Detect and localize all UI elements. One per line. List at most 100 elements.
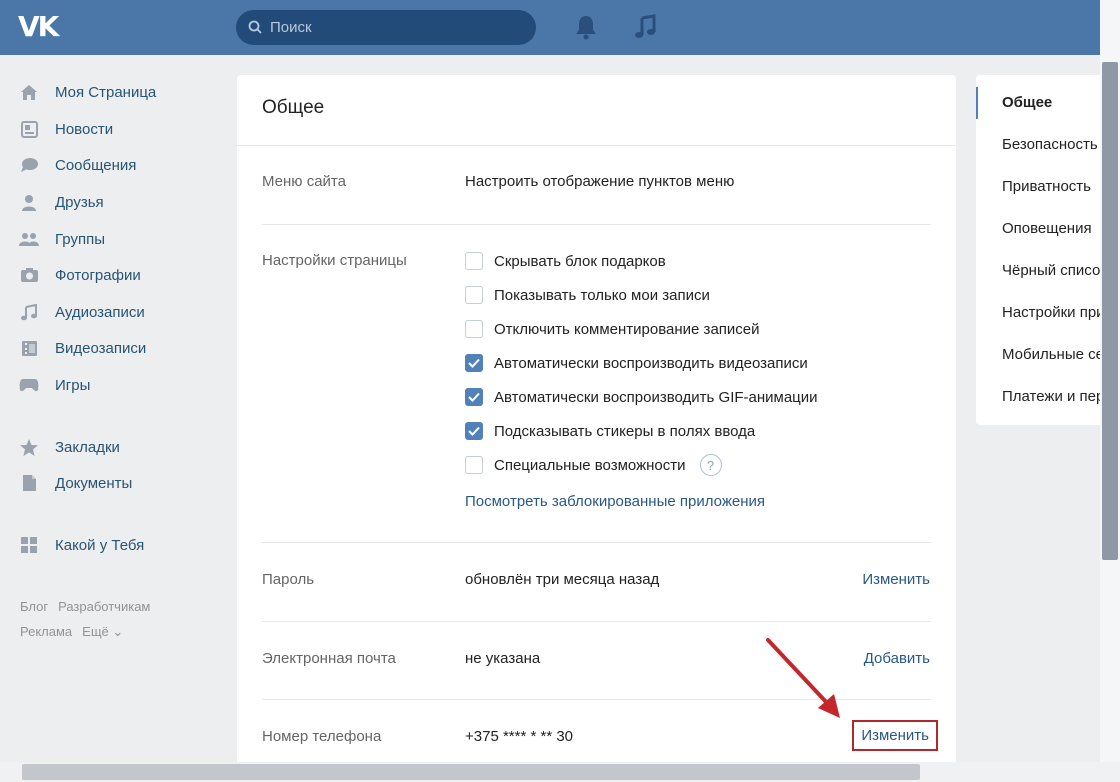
option-label: Скрывать блок подарков (494, 252, 666, 270)
nav-item-news[interactable]: Новости (18, 114, 218, 144)
option-autoplay-gif[interactable]: Автоматически воспроизводить GIF-анимаци… (465, 386, 818, 408)
footer-link-ads[interactable]: Реклама (20, 624, 72, 639)
nav-label: Новости (55, 120, 114, 138)
nav-item-app[interactable]: Какой у Тебя (18, 530, 218, 560)
right-menu-general[interactable]: Общее (1002, 94, 1052, 111)
nav-item-friends[interactable]: Друзья (18, 187, 218, 217)
nav-item-video[interactable]: Видеозаписи (18, 333, 218, 363)
footer-link-developers[interactable]: Разработчикам (58, 599, 150, 614)
nav-item-documents[interactable]: Документы (18, 468, 218, 498)
home-icon (18, 81, 40, 103)
checkbox[interactable] (465, 252, 483, 270)
nav-label: Видеозаписи (55, 339, 147, 357)
checkbox-checked[interactable] (465, 422, 483, 440)
nav-item-audio[interactable]: Аудиозаписи (18, 297, 218, 327)
page-title: Общее (262, 97, 325, 118)
page-settings-label: Настройки страницы (262, 252, 407, 269)
checkmark-icon (468, 358, 480, 368)
divider (262, 224, 931, 225)
footer-link-more[interactable]: Ещё ⌄ (82, 624, 123, 639)
nav-item-games[interactable]: Игры (18, 370, 218, 400)
password-value: обновлён три месяца назад (465, 571, 660, 588)
gamepad-icon (18, 374, 40, 396)
option-disable-comments[interactable]: Отключить комментирование записей (465, 318, 760, 340)
checkbox[interactable] (465, 286, 483, 304)
footer-link-blog[interactable]: Блог (20, 599, 48, 614)
menu-customize-link[interactable]: Настроить отображение пунктов меню (465, 173, 734, 190)
option-label: Автоматически воспроизводить видеозаписи (494, 354, 808, 372)
active-indicator (976, 87, 978, 119)
phone-label: Номер телефона (262, 728, 382, 745)
nav-item-messages[interactable]: Сообщения (18, 150, 218, 180)
option-label: Специальные возможности (494, 456, 686, 474)
email-add-button[interactable]: Добавить (864, 650, 930, 667)
email-value: не указана (465, 650, 541, 667)
password-change-button[interactable]: Изменить (862, 571, 930, 588)
phone-change-button[interactable]: Изменить (852, 720, 938, 751)
nav-item-bookmarks[interactable]: Закладки (18, 432, 218, 462)
right-menu-privacy[interactable]: Приватность (1002, 178, 1091, 195)
divider (237, 145, 956, 146)
option-label: Отключить комментирование записей (494, 320, 760, 338)
search-box[interactable] (236, 10, 536, 45)
nav-label: Друзья (55, 193, 104, 211)
nav-label: Сообщения (55, 156, 137, 174)
nav-label: Моя Страница (55, 83, 157, 101)
settings-right-menu: Общее Безопасность Приватность Оповещени… (976, 75, 1120, 425)
password-label: Пароль (262, 571, 315, 588)
search-input[interactable] (270, 10, 520, 45)
checkbox[interactable] (465, 320, 483, 338)
music-note-icon[interactable] (634, 14, 658, 40)
checkbox[interactable] (465, 456, 483, 474)
right-menu-blacklist[interactable]: Чёрный список (1002, 262, 1107, 279)
video-icon (18, 337, 40, 359)
checkbox-checked[interactable] (465, 354, 483, 372)
nav-label: Игры (55, 376, 91, 394)
news-icon (18, 118, 40, 140)
nav-label: Группы (55, 230, 105, 248)
star-icon (18, 436, 40, 458)
camera-icon (18, 264, 40, 286)
vk-logo[interactable]: VK (18, 12, 64, 42)
messages-icon (18, 154, 40, 176)
option-autoplay-video[interactable]: Автоматически воспроизводить видеозаписи (465, 352, 808, 374)
right-menu-security[interactable]: Безопасность (1002, 136, 1098, 153)
option-accessibility[interactable]: Специальные возможности ? (465, 454, 722, 476)
option-label: Показывать только мои записи (494, 286, 710, 304)
nav-label: Закладки (55, 438, 120, 456)
music-icon (18, 301, 40, 323)
groups-icon (18, 228, 40, 250)
friends-icon (18, 191, 40, 213)
document-icon (18, 472, 40, 494)
menu-label: Меню сайта (262, 173, 346, 190)
red-arrow-icon (766, 638, 840, 718)
option-hide-gifts[interactable]: Скрывать блок подарков (465, 250, 666, 272)
checkmark-icon (468, 426, 480, 436)
horizontal-scrollbar-thumb[interactable] (22, 764, 920, 780)
email-label: Электронная почта (262, 650, 396, 667)
search-icon (248, 20, 262, 34)
option-sticker-hints[interactable]: Подсказывать стикеры в полях ввода (465, 420, 755, 442)
right-menu-notifications[interactable]: Оповещения (1002, 220, 1092, 237)
nav-item-my-page[interactable]: Моя Страница (18, 77, 218, 107)
help-icon[interactable]: ? (699, 454, 722, 476)
divider (262, 621, 931, 622)
divider (262, 542, 931, 543)
nav-item-groups[interactable]: Группы (18, 224, 218, 254)
footer-links-row2: Реклама Ещё ⌄ (20, 624, 133, 640)
nav-item-photos[interactable]: Фотографии (18, 260, 218, 290)
nav-label: Аудиозаписи (55, 303, 145, 321)
option-label: Автоматически воспроизводить GIF-анимаци… (494, 388, 818, 406)
nav-label: Фотографии (55, 266, 141, 284)
app-grid-icon (18, 534, 40, 556)
bell-icon[interactable] (574, 14, 598, 40)
phone-value: +375 **** * ** 30 (465, 728, 574, 745)
option-only-my-posts[interactable]: Показывать только мои записи (465, 284, 710, 306)
option-label: Подсказывать стикеры в полях ввода (494, 422, 756, 440)
vertical-scrollbar-thumb[interactable] (1102, 62, 1118, 560)
blocked-apps-link[interactable]: Посмотреть заблокированные приложения (465, 493, 765, 510)
nav-label: Документы (55, 474, 133, 492)
checkbox-checked[interactable] (465, 388, 483, 406)
nav-label: Какой у Тебя (55, 536, 145, 554)
footer-links-row1: Блог Разработчикам (20, 599, 160, 614)
